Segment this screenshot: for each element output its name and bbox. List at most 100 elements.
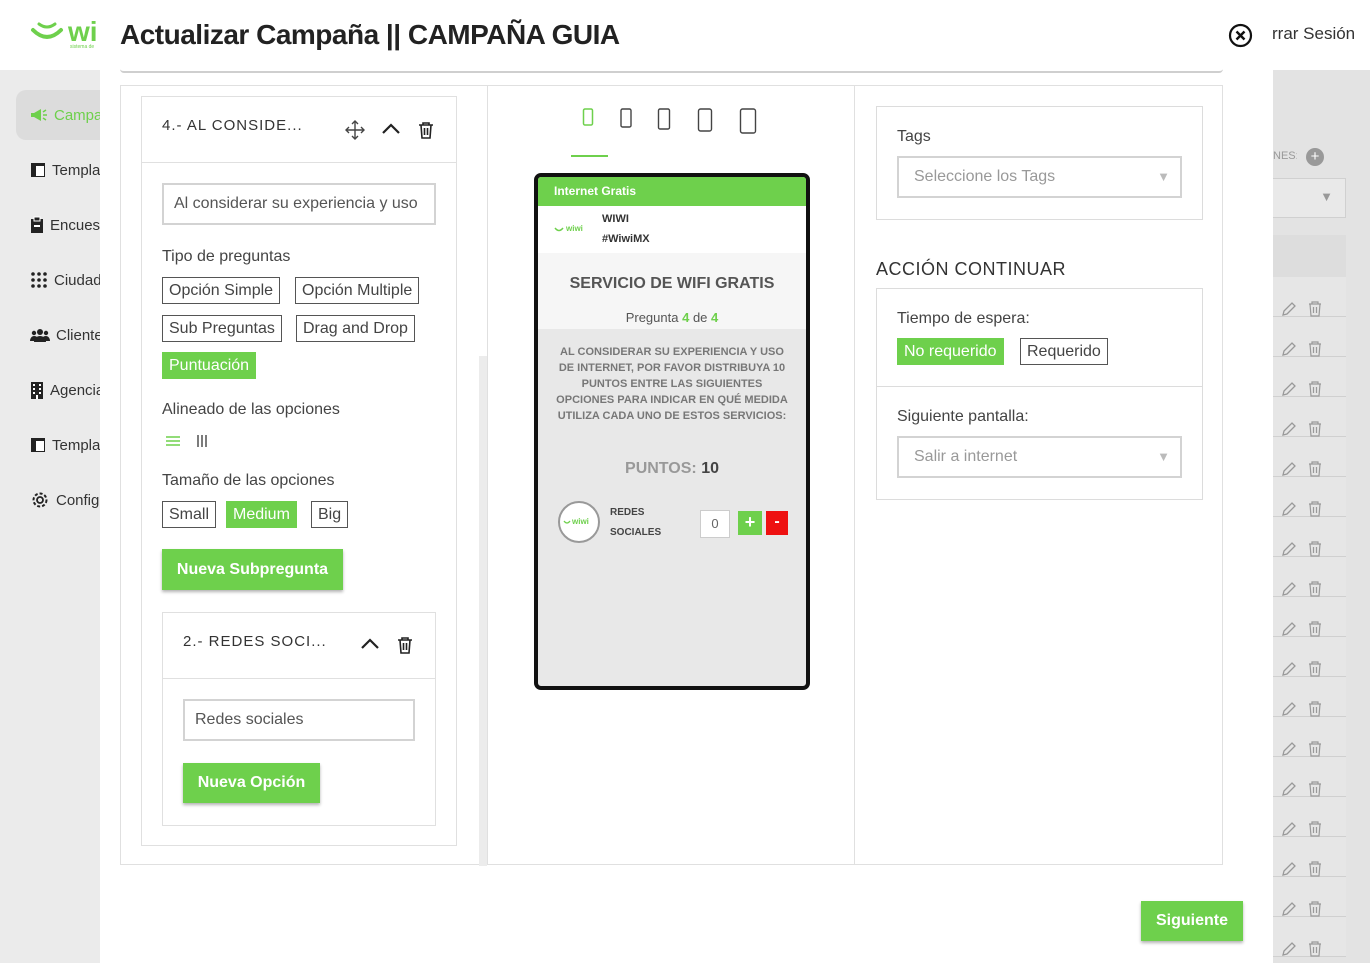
device-phone-icon[interactable] [619, 108, 633, 133]
type-drag-and-drop[interactable]: Drag and Drop [296, 315, 415, 342]
logout-link[interactable]: rrar Sesión [1272, 24, 1355, 44]
trash-icon [1309, 781, 1321, 797]
move-icon[interactable] [344, 119, 366, 141]
sidebar-item-templates-2[interactable]: Templates [30, 435, 100, 455]
type-puntuacion[interactable]: Puntuación [162, 352, 257, 379]
new-subquestion-button[interactable]: Nueva Subpregunta [162, 549, 343, 590]
option-label-line2: SOCIALES [610, 527, 662, 538]
pencil-icon [1282, 622, 1296, 636]
sidebar-item-campanas[interactable]: Campañas [16, 90, 100, 140]
filter-label: NES: [1273, 150, 1297, 162]
left-scrollbar[interactable] [479, 356, 487, 866]
align-vertical-icon[interactable] [191, 430, 213, 452]
increment-button[interactable]: + [738, 511, 762, 535]
option-logo: wiwi [558, 501, 600, 543]
table-row [1273, 317, 1346, 357]
question-text-input[interactable] [162, 183, 436, 225]
table-row [1273, 757, 1346, 797]
trash-icon [1309, 701, 1321, 717]
size-medium[interactable]: Medium [226, 501, 297, 528]
close-icon[interactable] [1228, 23, 1253, 48]
size-small[interactable]: Small [162, 501, 217, 528]
option-label-line1: REDES [610, 507, 645, 518]
sidebar-item-ciudades[interactable]: Ciudades [30, 270, 100, 290]
trash-icon[interactable] [394, 634, 416, 656]
table-header [1273, 235, 1346, 277]
wifi-smile-icon [31, 22, 63, 39]
size-big[interactable]: Big [311, 501, 349, 528]
table-row [1273, 477, 1346, 517]
app-logo[interactable]: wi sistema de [30, 18, 98, 50]
filter-select[interactable]: ▼ [1273, 178, 1346, 218]
progress-total: 4 [711, 310, 719, 325]
next-button[interactable]: Siguiente [1141, 901, 1243, 941]
wait-not-required[interactable]: No requerido [897, 338, 1004, 365]
phone-preview: Internet Gratis wiwi WIWI #WiwiMX SERVIC… [534, 173, 810, 690]
update-campaign-modal: Actualizar Campaña || CAMPAÑA GUIA 4.- A… [100, 3, 1273, 963]
sidebar-item-label: Configuración [56, 491, 100, 509]
progress-sep: de [692, 310, 708, 325]
wait-label: Tiempo de espera: [897, 310, 1030, 327]
caret-down-icon: ▼ [1157, 169, 1170, 184]
editor-panel: 4.- AL CONSIDE... Tipo de preguntas Opci… [120, 85, 1223, 866]
question-header[interactable]: 4.- AL CONSIDE... [142, 97, 456, 163]
gear-icon [30, 490, 50, 510]
table-row [1273, 917, 1346, 957]
sidebar-item-templates[interactable]: Templates [30, 160, 100, 180]
device-tablet-icon[interactable] [697, 108, 713, 137]
sidebar-item-agencias[interactable]: Agencias [30, 380, 100, 400]
trash-icon [1309, 941, 1321, 957]
sidebar-item-configuracion[interactable]: Configuración [30, 490, 100, 510]
option-logo-text: wiwi [571, 517, 589, 526]
device-phone-medium-icon[interactable] [657, 108, 671, 135]
progress-prefix: Pregunta [625, 310, 679, 325]
next-screen-value: Salir a internet [914, 448, 1018, 465]
option-points-input[interactable]: 0 [700, 510, 730, 538]
sidebar-item-label: Agencias [50, 381, 100, 399]
trash-icon [1309, 741, 1321, 757]
pencil-icon [1282, 422, 1296, 436]
type-option-simple[interactable]: Opción Simple [162, 277, 281, 304]
sidebar-item-encuestas[interactable]: Encuestas [30, 215, 100, 235]
subquestion-text-input[interactable] [183, 699, 415, 741]
trash-icon [1309, 341, 1321, 357]
preview-brand-name: WIWI [602, 213, 629, 225]
subquestion-header[interactable]: 2.- REDES SOCI... [163, 613, 435, 679]
chevron-up-icon[interactable] [359, 633, 381, 655]
action-box: Tiempo de espera: No requerido Requerido… [876, 288, 1203, 500]
table-row [1273, 517, 1346, 557]
trash-icon[interactable] [415, 119, 437, 141]
preview-brand: wiwi WIWI #WiwiMX [538, 206, 806, 253]
subquestion-title: 2.- REDES SOCI... [183, 633, 327, 650]
decrement-button[interactable]: - [766, 511, 788, 535]
type-option-multiple[interactable]: Opción Multiple [295, 277, 420, 304]
building-icon [30, 380, 44, 400]
sidebar-item-clientes[interactable]: Clientes [30, 325, 100, 345]
new-option-button[interactable]: Nueva Opción [183, 763, 320, 803]
trash-icon [1309, 541, 1321, 557]
next-screen-select[interactable]: Salir a internet ▼ [897, 436, 1182, 478]
preview-points: PUNTOS: 10 [538, 460, 806, 478]
megaphone-icon [30, 105, 48, 125]
table-row [1273, 277, 1346, 317]
wiwi-logo-icon: wiwi [554, 224, 583, 233]
column-divider [854, 86, 855, 864]
sidebar-item-label: Ciudades [54, 271, 100, 289]
align-horizontal-icon[interactable] [162, 430, 184, 452]
device-tab-indicator [571, 155, 608, 157]
add-filter-button[interactable]: + [1306, 148, 1324, 166]
type-sub-questions[interactable]: Sub Preguntas [162, 315, 282, 342]
device-phone-small-icon[interactable] [582, 108, 596, 131]
pencil-icon [1282, 662, 1296, 676]
pencil-icon [1282, 942, 1296, 956]
table-row [1273, 637, 1346, 677]
preview-progress: Pregunta 4 de 4 [538, 310, 806, 325]
points-label: PUNTOS: [625, 460, 697, 477]
device-tablet-large-icon[interactable] [739, 108, 757, 139]
trash-icon [1309, 581, 1321, 597]
chevron-up-icon[interactable] [380, 118, 402, 140]
question-card: 4.- AL CONSIDE... Tipo de preguntas Opci… [141, 96, 457, 846]
trash-icon [1309, 501, 1321, 517]
wait-required[interactable]: Requerido [1020, 338, 1108, 365]
tags-select[interactable]: Seleccione los Tags ▼ [897, 156, 1182, 198]
